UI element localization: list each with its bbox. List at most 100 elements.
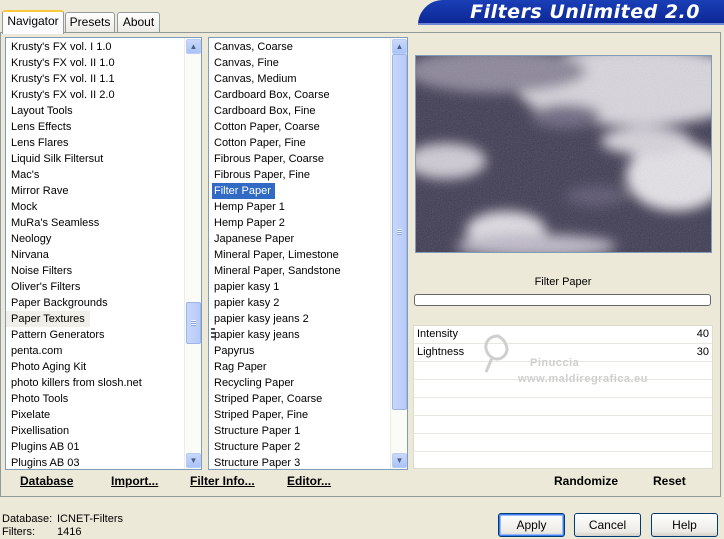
filters-label: Filters: — [2, 526, 35, 538]
param-row-empty — [414, 380, 712, 398]
category-scrollbar[interactable]: ▲ ▼ — [184, 38, 201, 469]
list-item[interactable]: penta.com — [6, 343, 201, 359]
list-item[interactable]: Canvas, Fine — [209, 55, 407, 71]
list-item[interactable]: Paper Textures — [6, 311, 90, 327]
list-item[interactable]: Mineral Paper, Limestone — [209, 247, 407, 263]
list-item[interactable]: Recycling Paper — [209, 375, 407, 391]
apply-button[interactable]: Apply — [498, 513, 565, 537]
param-value: 40 — [696, 328, 709, 340]
list-item[interactable]: Canvas, Coarse — [209, 39, 407, 55]
scroll-up-button[interactable]: ▲ — [186, 39, 201, 54]
progress-bar — [414, 294, 711, 306]
list-item[interactable]: Plugins AB 01 — [6, 439, 201, 455]
list-item[interactable]: Krusty's FX vol. I 1.0 — [6, 39, 201, 55]
list-item[interactable]: Rag Paper — [209, 359, 407, 375]
param-row-lightness[interactable]: Lightness 30 — [414, 344, 712, 362]
list-item[interactable]: Fibrous Paper, Fine — [209, 167, 407, 183]
param-row-empty — [414, 398, 712, 416]
list-item[interactable]: Structure Paper 3 — [209, 455, 407, 469]
list-item[interactable]: Papyrus — [209, 343, 407, 359]
tab-about[interactable]: About — [117, 12, 160, 32]
title-banner: Filters Unlimited 2.0 — [418, 0, 724, 25]
list-item[interactable]: Striped Paper, Coarse — [209, 391, 407, 407]
filters-count: 1416 — [57, 526, 82, 538]
list-item[interactable]: Mirror Rave — [6, 183, 201, 199]
database-value: ICNET-Filters — [57, 513, 123, 525]
list-item[interactable]: Photo Aging Kit — [6, 359, 201, 375]
filter-items: Canvas, Coarse Canvas, Fine Canvas, Medium… — [209, 38, 407, 469]
cancel-button[interactable]: Cancel — [574, 513, 641, 537]
list-item[interactable]: papier kasy 1 — [209, 279, 407, 295]
list-item[interactable]: Paper Backgrounds — [6, 295, 201, 311]
list-item[interactable]: Filter Paper — [212, 183, 275, 199]
list-item[interactable]: Canvas, Medium — [209, 71, 407, 87]
list-item[interactable]: Pattern Generators — [6, 327, 201, 343]
scroll-thumb[interactable] — [186, 302, 201, 344]
param-row-intensity[interactable]: Intensity 40 — [414, 326, 712, 344]
list-item[interactable]: Structure Paper 2 — [209, 439, 407, 455]
list-item[interactable]: Pixellisation — [6, 423, 201, 439]
help-button[interactable]: Help — [651, 513, 718, 537]
parameter-panel: Intensity 40 Lightness 30 — [413, 325, 713, 469]
param-row-empty — [414, 362, 712, 380]
tab-navigator[interactable]: Navigator — [2, 10, 64, 34]
scroll-down-button[interactable]: ▼ — [392, 453, 407, 468]
list-item[interactable]: photo killers from slosh.net — [6, 375, 201, 391]
selected-filter-label: Filter Paper — [534, 276, 592, 288]
filter-scrollbar[interactable]: ▲ ▼ — [390, 38, 407, 469]
list-item[interactable]: Cotton Paper, Coarse — [209, 119, 407, 135]
import-button[interactable]: Import... — [111, 474, 158, 488]
category-list[interactable]: Krusty's FX vol. I 1.0 Krusty's FX vol. I… — [5, 37, 202, 470]
list-item[interactable]: Liquid Silk Filtersut — [6, 151, 201, 167]
list-item[interactable]: Cardboard Box, Fine — [209, 103, 407, 119]
filter-info-button[interactable]: Filter Info... — [190, 474, 255, 488]
list-item[interactable]: Hemp Paper 2 — [209, 215, 407, 231]
list-item[interactable]: Hemp Paper 1 — [209, 199, 407, 215]
category-items: Krusty's FX vol. I 1.0 Krusty's FX vol. I… — [6, 38, 201, 469]
filter-list[interactable]: Canvas, Coarse Canvas, Fine Canvas, Medium… — [208, 37, 408, 470]
list-item[interactable]: Krusty's FX vol. II 2.0 — [6, 87, 201, 103]
list-item[interactable]: MuRa's Seamless — [6, 215, 201, 231]
list-item[interactable]: Layout Tools — [6, 103, 201, 119]
scroll-up-button[interactable]: ▲ — [392, 39, 407, 54]
app-title: Filters Unlimited 2.0 — [470, 1, 700, 23]
list-item[interactable]: Mineral Paper, Sandstone — [209, 263, 407, 279]
param-label: Lightness — [417, 346, 465, 358]
list-item[interactable]: Krusty's FX vol. II 1.1 — [6, 71, 201, 87]
list-item[interactable]: Cotton Paper, Fine — [209, 135, 407, 151]
database-button[interactable]: Database — [20, 474, 73, 488]
list-item[interactable]: Lens Effects — [6, 119, 201, 135]
list-item[interactable]: Plugins AB 03 — [6, 455, 201, 469]
preview-texture — [406, 46, 724, 258]
list-item[interactable]: Neology — [6, 231, 201, 247]
scroll-down-button[interactable]: ▼ — [186, 453, 201, 468]
preview-image — [406, 46, 724, 258]
list-item[interactable]: Pixelate — [6, 407, 201, 423]
list-item[interactable]: papier kasy jeans — [209, 327, 407, 343]
reset-button[interactable]: Reset — [653, 474, 686, 488]
param-label: Intensity — [417, 328, 458, 340]
list-item[interactable]: Photo Tools — [6, 391, 201, 407]
list-item[interactable]: Mock — [6, 199, 201, 215]
param-row-empty — [414, 452, 712, 470]
list-item[interactable]: Cardboard Box, Coarse — [209, 87, 407, 103]
list-item[interactable]: papier kasy 2 — [209, 295, 407, 311]
editor-button[interactable]: Editor... — [287, 474, 331, 488]
list-item[interactable]: Lens Flares — [6, 135, 201, 151]
list-item[interactable]: Mac's — [6, 167, 201, 183]
tab-presets[interactable]: Presets — [65, 12, 115, 32]
list-item[interactable]: Striped Paper, Fine — [209, 407, 407, 423]
list-item[interactable]: Noise Filters — [6, 263, 201, 279]
scroll-thumb[interactable] — [392, 54, 407, 410]
list-item[interactable]: papier kasy jeans 2 — [209, 311, 407, 327]
list-item[interactable]: Japanese Paper — [209, 231, 407, 247]
param-value: 30 — [696, 346, 709, 358]
list-item[interactable]: Oliver's Filters — [6, 279, 201, 295]
param-row-empty — [414, 416, 712, 434]
list-item[interactable]: Structure Paper 1 — [209, 423, 407, 439]
list-item[interactable]: Nirvana — [6, 247, 201, 263]
drag-handle-icon — [211, 328, 215, 339]
randomize-button[interactable]: Randomize — [554, 474, 618, 488]
list-item[interactable]: Krusty's FX vol. II 1.0 — [6, 55, 201, 71]
list-item[interactable]: Fibrous Paper, Coarse — [209, 151, 407, 167]
